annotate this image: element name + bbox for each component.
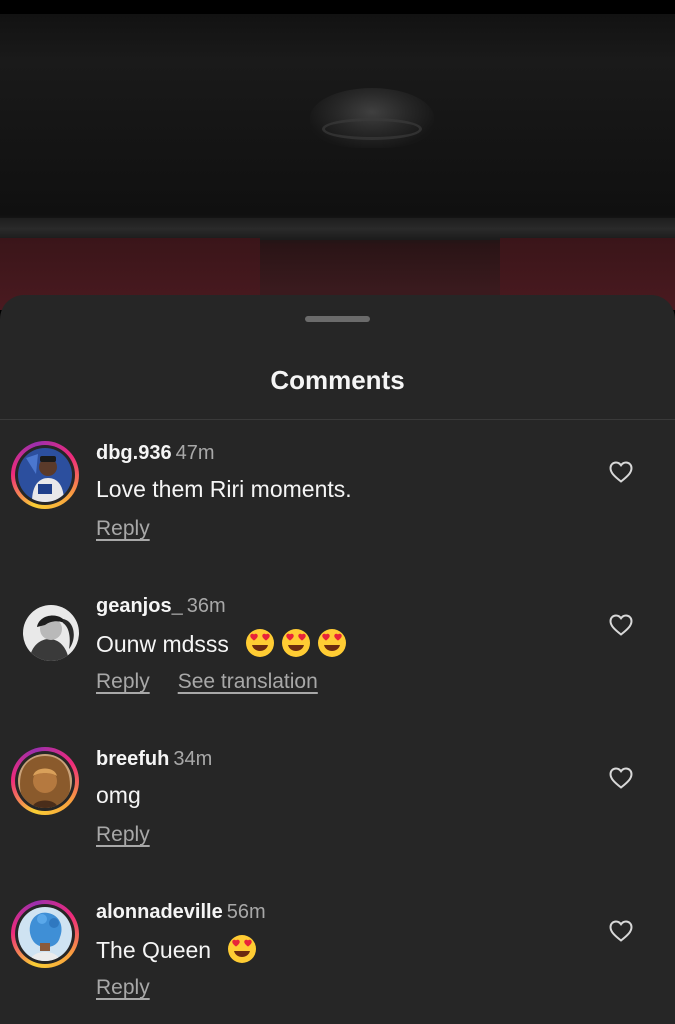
reply-button[interactable]: Reply [96, 976, 150, 999]
avatar[interactable] [11, 747, 79, 815]
comment-actions: Reply [96, 823, 178, 847]
timestamp: 56m [226, 901, 266, 923]
timestamp: 47m [175, 442, 215, 464]
username[interactable]: dbg.936 [96, 442, 172, 464]
heart-outline-icon[interactable] [609, 920, 633, 942]
heart-eyes-emoji-icon [282, 629, 311, 657]
heart-outline-icon[interactable] [609, 767, 633, 789]
comment-item: breefuh 34m omg Reply [0, 747, 675, 887]
drag-handle[interactable] [305, 316, 370, 322]
comment-text-row: Ounw mdsss [96, 628, 347, 658]
comment-text: Ounw mdsss [96, 631, 229, 657]
heart-eyes-emoji-icon [318, 629, 347, 657]
reply-button[interactable]: Reply [96, 823, 150, 846]
sheet-title: Comments [270, 365, 405, 395]
avatar-image [18, 907, 72, 961]
comment-item: alonnadeville 56m The Queen Reply [0, 900, 675, 1024]
comment-text: The Queen [96, 937, 212, 963]
heart-outline-icon[interactable] [609, 461, 633, 483]
username[interactable]: breefuh [96, 748, 169, 770]
header-divider [0, 419, 675, 420]
heart-eyes-emoji-icon [228, 935, 257, 963]
comment-text-row: The Queen [96, 934, 257, 964]
timestamp: 36m [186, 595, 226, 617]
video-backdrop [0, 0, 675, 310]
reply-button[interactable]: Reply [96, 670, 150, 693]
comment-item: geanjos_ 36m Ounw mdsss Reply See transl… [0, 594, 675, 734]
comment-actions: Reply See translation [96, 670, 346, 694]
avatar-image [18, 448, 72, 502]
comment-meta: dbg.936 47m [96, 441, 214, 465]
timestamp: 34m [173, 748, 213, 770]
reply-button[interactable]: Reply [96, 517, 150, 540]
avatar[interactable] [11, 441, 79, 509]
ceiling-fixture-ring [322, 118, 422, 140]
comment-text: omg [96, 782, 141, 808]
avatar[interactable] [11, 900, 79, 968]
status-bar [0, 0, 675, 14]
heart-eyes-emoji-icon [246, 629, 275, 657]
comment-meta: breefuh 34m [96, 747, 212, 771]
comment-actions: Reply [96, 976, 178, 1000]
username[interactable]: alonnadeville [96, 901, 223, 923]
comment-item: dbg.936 47m Love them Riri moments. Reply [0, 441, 675, 581]
avatar-image [18, 754, 72, 808]
ceiling-beam [0, 218, 675, 240]
comment-meta: geanjos_ 36m [96, 594, 226, 618]
comments-sheet: Comments dbg.936 47m Love them Riri mome… [0, 295, 675, 1024]
see-translation-button[interactable]: See translation [178, 670, 318, 693]
comment-actions: Reply [96, 517, 178, 541]
username[interactable]: geanjos_ [96, 595, 183, 617]
comment-text: Love them Riri moments. [96, 476, 352, 502]
avatar[interactable] [23, 605, 79, 661]
comment-meta: alonnadeville 56m [96, 900, 266, 924]
heart-outline-icon[interactable] [609, 614, 633, 636]
